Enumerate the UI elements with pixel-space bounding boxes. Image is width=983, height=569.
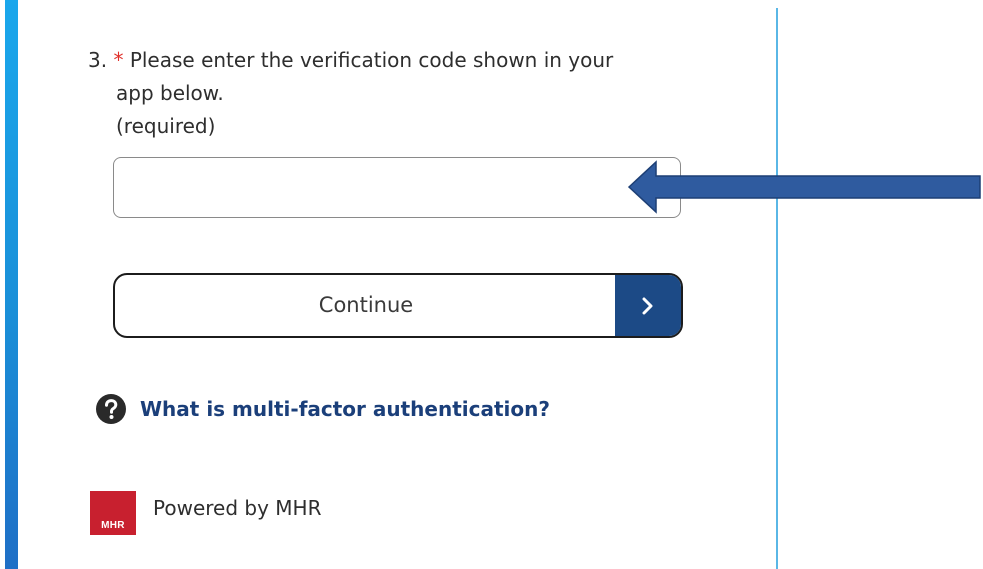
panel-divider [776,8,778,569]
chevron-right-icon [642,297,653,314]
verification-question: 3. * Please enter the verification code … [88,44,728,143]
continue-button-label: Continue [318,293,414,317]
mfa-help-link[interactable]: What is multi-factor authentication? [140,393,550,425]
question-text: Please enter the verification code shown… [129,48,614,72]
required-note: (required) [116,114,216,138]
question-number: 3. [88,48,108,72]
mhr-logo-text: MHR [101,520,125,531]
verification-code-input[interactable] [113,157,681,218]
mhr-logo: MHR [90,491,136,535]
required-marker: * [113,48,124,72]
accent-bar [5,0,18,569]
continue-button[interactable]: Continue [113,273,683,338]
question-line-2: app below. [116,81,224,105]
left-arrow-annotation [627,160,981,214]
question-circle-icon[interactable] [95,393,127,425]
powered-by-text: Powered by MHR [153,496,322,520]
question-line-1: 3. * Please enter the verification code … [88,44,728,77]
continue-arrow-box [615,275,681,336]
mfa-verification-page: 3. * Please enter the verification code … [0,0,983,569]
